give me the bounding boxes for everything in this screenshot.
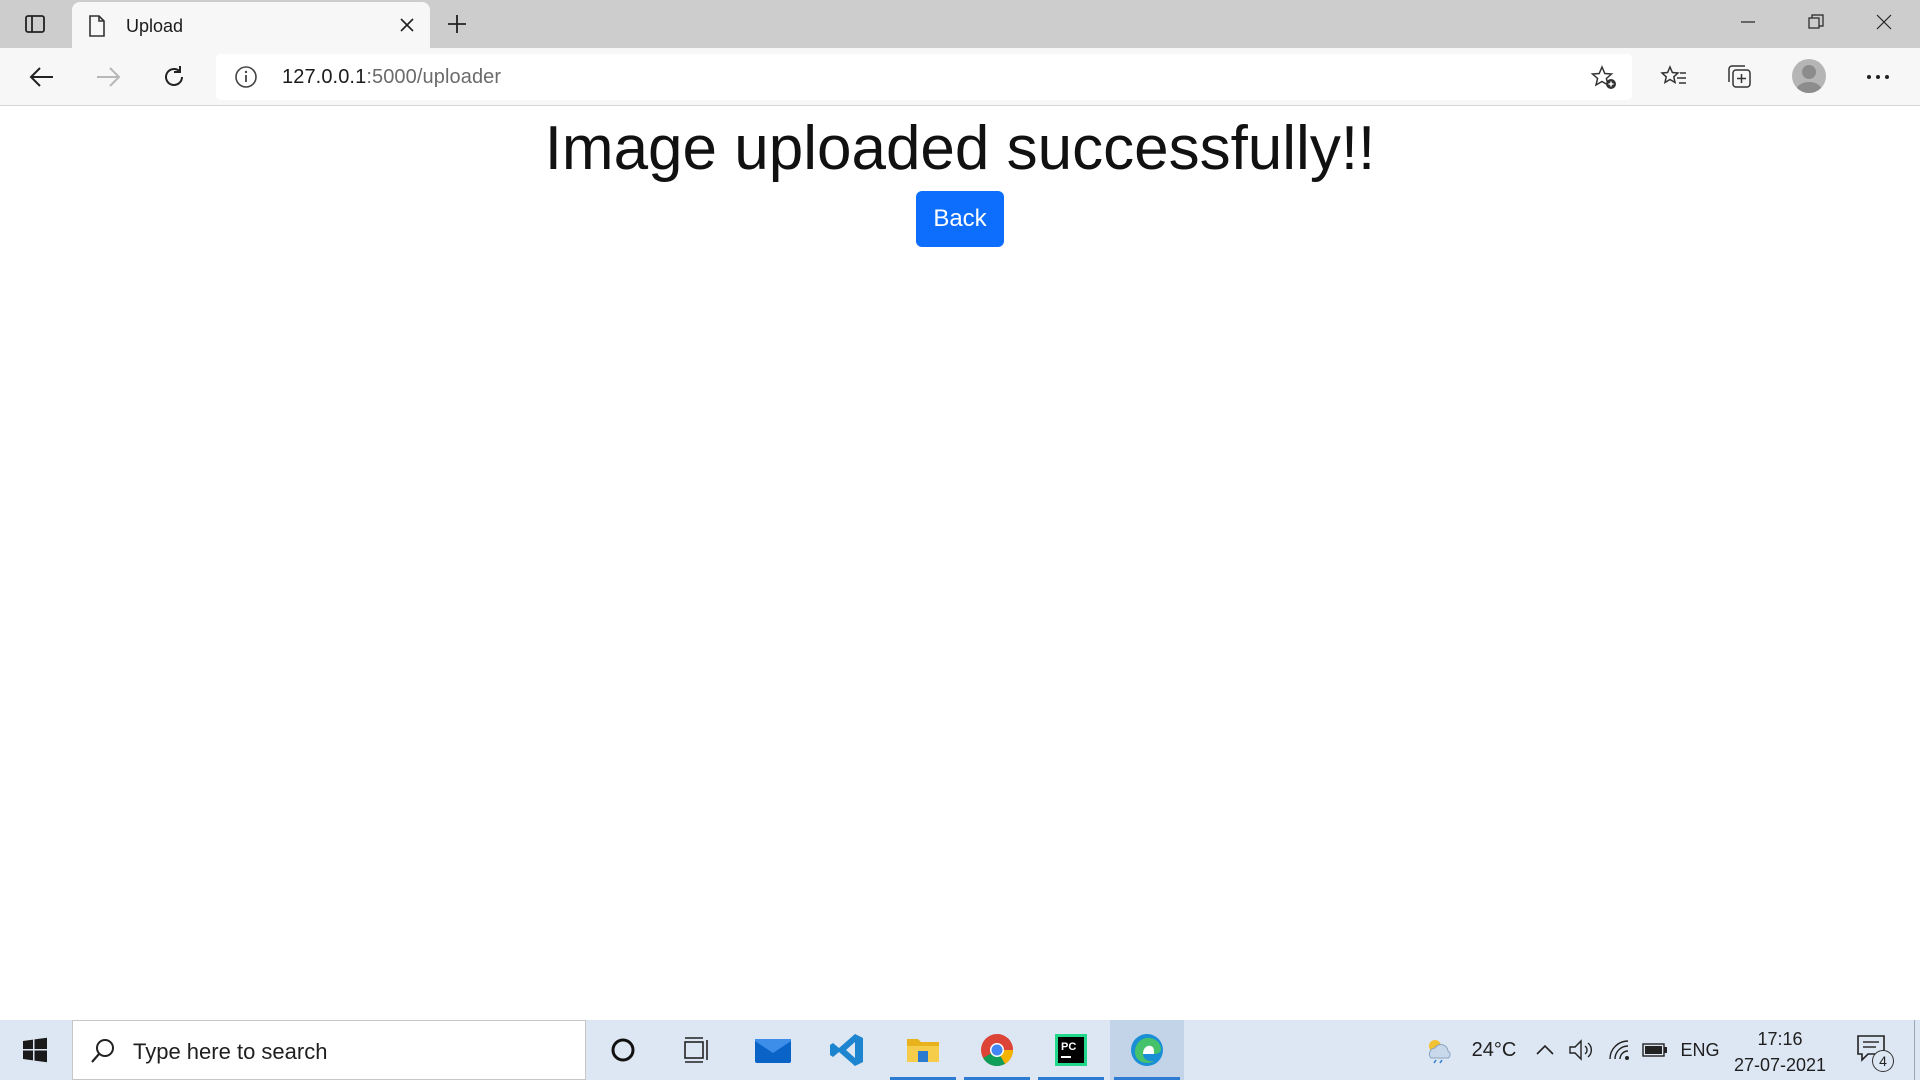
- more-icon[interactable]: [1858, 59, 1898, 95]
- tab-upload[interactable]: Upload: [72, 2, 430, 48]
- chevron-up-icon[interactable]: [1530, 1020, 1560, 1080]
- action-center-button[interactable]: 4: [1856, 1034, 1894, 1072]
- weather-icon[interactable]: [1418, 1020, 1458, 1080]
- url-path: :5000/uploader: [366, 66, 502, 88]
- star-add-icon[interactable]: [1590, 65, 1618, 96]
- show-desktop-button[interactable]: [1914, 1020, 1920, 1080]
- tab-title: Upload: [126, 16, 184, 36]
- forward-nav-button[interactable]: [88, 59, 128, 95]
- vscode-icon[interactable]: [810, 1020, 884, 1080]
- info-icon[interactable]: [234, 65, 258, 94]
- battery-icon[interactable]: [1638, 1020, 1672, 1080]
- page-icon: [88, 15, 106, 42]
- favorites-icon[interactable]: [1654, 59, 1694, 95]
- taskbar-search-input[interactable]: Type here to search: [72, 1020, 586, 1080]
- search-placeholder: Type here to search: [133, 1039, 328, 1064]
- weather-temp-text: 24°C: [1471, 1038, 1517, 1061]
- tab-actions-icon[interactable]: [14, 9, 56, 39]
- address-url[interactable]: 127.0.0.1:5000/uploader: [282, 66, 501, 89]
- wifi-icon[interactable]: [1602, 1020, 1636, 1080]
- address-bar[interactable]: 127.0.0.1:5000/uploader: [216, 54, 1632, 100]
- language-text: ENG: [1680, 1039, 1720, 1060]
- page-content: Image uploaded successfully!! Back: [0, 107, 1920, 1019]
- search-icon: [89, 1037, 117, 1070]
- new-tab-button[interactable]: [442, 9, 472, 39]
- mail-icon[interactable]: [736, 1020, 810, 1080]
- close-icon[interactable]: [396, 14, 418, 36]
- page-title: Image uploaded successfully!!: [544, 114, 1376, 183]
- start-button[interactable]: [0, 1020, 70, 1080]
- taskbar-clock[interactable]: 17:16 27-07-2021: [1724, 1026, 1836, 1078]
- refresh-button[interactable]: [154, 59, 194, 95]
- task-view-icon[interactable]: [660, 1020, 734, 1080]
- arrow-right-icon: [97, 67, 121, 87]
- refresh-icon: [165, 66, 183, 86]
- pycharm-icon[interactable]: PC: [1034, 1020, 1108, 1080]
- windows-icon: [23, 1037, 47, 1063]
- profile-icon[interactable]: [1792, 59, 1826, 93]
- chrome-icon[interactable]: [960, 1020, 1034, 1080]
- clock-time: 17:16: [1757, 1029, 1803, 1049]
- plus-icon: [448, 15, 466, 33]
- volume-icon[interactable]: [1564, 1020, 1598, 1080]
- clock-date: 27-07-2021: [1733, 1055, 1827, 1075]
- back-button[interactable]: Back: [916, 191, 1004, 247]
- cortana-icon[interactable]: [586, 1020, 660, 1080]
- browser-toolbar: 127.0.0.1:5000/uploader: [0, 48, 1920, 106]
- notification-badge: 4: [1872, 1050, 1894, 1072]
- weather-temperature[interactable]: 24°C: [1462, 1020, 1526, 1080]
- minimize-button[interactable]: [1714, 0, 1782, 44]
- browser-tab-strip: Upload: [0, 0, 1920, 48]
- language-indicator[interactable]: ENG: [1676, 1020, 1724, 1080]
- file-explorer-icon[interactable]: [886, 1020, 960, 1080]
- svg-text:PC: PC: [1061, 1041, 1076, 1053]
- taskbar: Type here to search PC 24°C ENG 17:16 27…: [0, 1020, 1920, 1080]
- edge-icon[interactable]: [1110, 1020, 1184, 1080]
- back-nav-button[interactable]: [22, 59, 62, 95]
- arrow-left-icon: [29, 67, 53, 87]
- restore-button[interactable]: [1782, 0, 1850, 44]
- window-close-button[interactable]: [1850, 0, 1918, 44]
- url-host: 127.0.0.1: [282, 66, 367, 88]
- collections-icon[interactable]: [1720, 59, 1760, 95]
